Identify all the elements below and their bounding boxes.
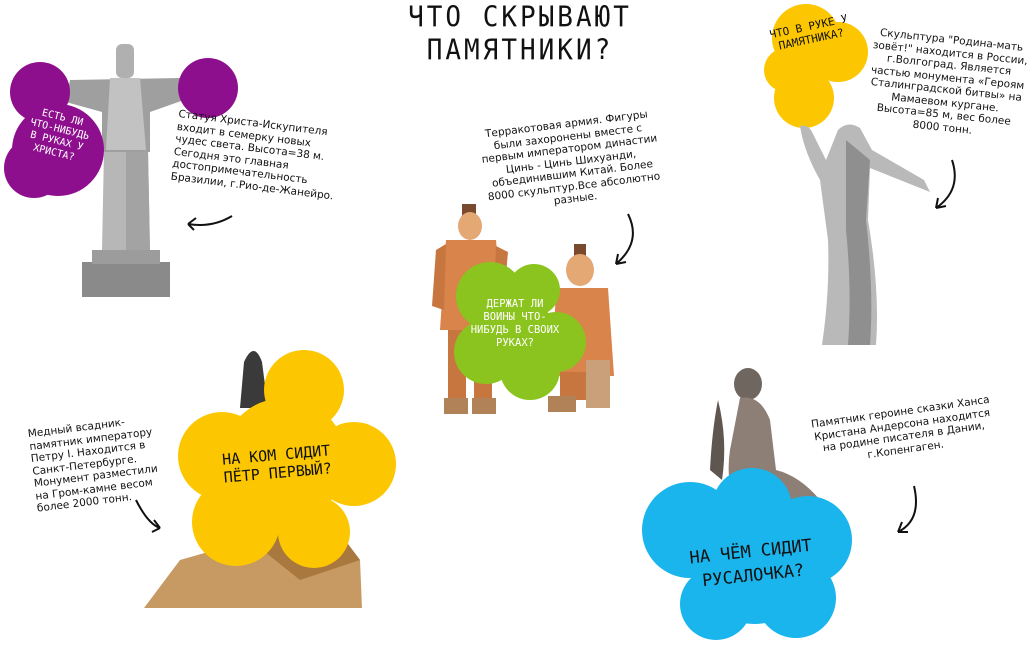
terracotta-arrow-icon xyxy=(615,213,634,265)
peter-statue xyxy=(240,351,268,408)
peter-fact: Медный всадник-памятник императору Петру… xyxy=(27,416,159,515)
peter-arrow-icon xyxy=(135,499,161,533)
page-title: ЧТО СКРЫВАЮТ ПАМЯТНИКИ? xyxy=(408,1,632,67)
motherland-arrow-icon xyxy=(935,159,956,209)
motherland-statue xyxy=(800,124,930,345)
terracotta-question: ДЕРЖАТ ЛИ ВОИНЫ ЧТО-НИБУДЬ В СВОИХ РУКАХ… xyxy=(470,298,560,349)
motherland-fact: Скульптура "Родина-мать зовёт!" находитс… xyxy=(870,26,1029,137)
mermaid-arrow-icon xyxy=(897,485,917,533)
christ-arrow-icon xyxy=(187,215,233,231)
